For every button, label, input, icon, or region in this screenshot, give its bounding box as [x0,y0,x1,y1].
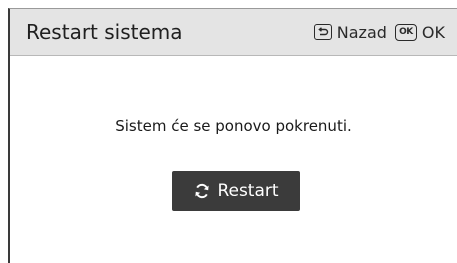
back-hint-label: Nazad [336,22,387,42]
restart-button[interactable]: Restart [172,171,300,211]
ok-hint-label: OK [421,22,445,42]
back-hint[interactable]: Nazad [313,22,387,42]
key-hints: Nazad OK OK [306,9,445,55]
dialog-title: Restart sistema [26,20,183,44]
dialog-header: Restart sistema Nazad OK OK [10,9,457,56]
restart-dialog: Restart sistema Nazad OK OK Sistem će se… [8,8,457,263]
ok-key-icon: OK [394,23,417,41]
restart-message: Sistem će se ponovo pokrenuti. [115,117,352,135]
refresh-icon [195,183,210,199]
ok-hint[interactable]: OK OK [394,22,445,42]
back-key-icon [313,24,332,40]
restart-button-label: Restart [217,181,279,201]
